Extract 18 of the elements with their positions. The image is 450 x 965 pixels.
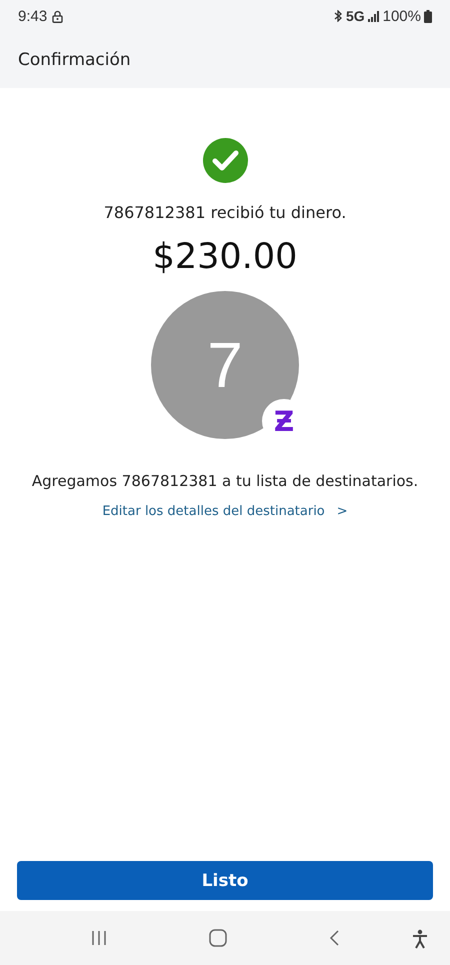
edit-recipient-link[interactable]: Editar los detalles del destinatario > [102, 504, 348, 519]
battery-icon [424, 10, 432, 22]
battery-percent: 100% [382, 8, 421, 24]
signal-icon [368, 10, 380, 22]
bluetooth-icon [332, 10, 343, 22]
back-icon[interactable] [328, 929, 340, 947]
status-time: 9:43 [18, 8, 48, 24]
amount-text: $230.00 [152, 237, 298, 277]
recent-apps-icon[interactable] [90, 929, 108, 947]
lock-icon [52, 10, 64, 22]
network-label: 5G [346, 8, 365, 24]
recipient-note: Agregamos 7867812381 a tu lista de destinatarios. [32, 472, 418, 490]
screen-title: Confirmación [18, 50, 131, 70]
confirmation-message: 7867812381 recibió tu dinero. [104, 203, 346, 222]
check-icon [202, 138, 248, 183]
accessibility-icon[interactable] [412, 929, 428, 949]
done-button[interactable]: Listo [17, 861, 433, 900]
home-icon[interactable] [208, 929, 227, 947]
